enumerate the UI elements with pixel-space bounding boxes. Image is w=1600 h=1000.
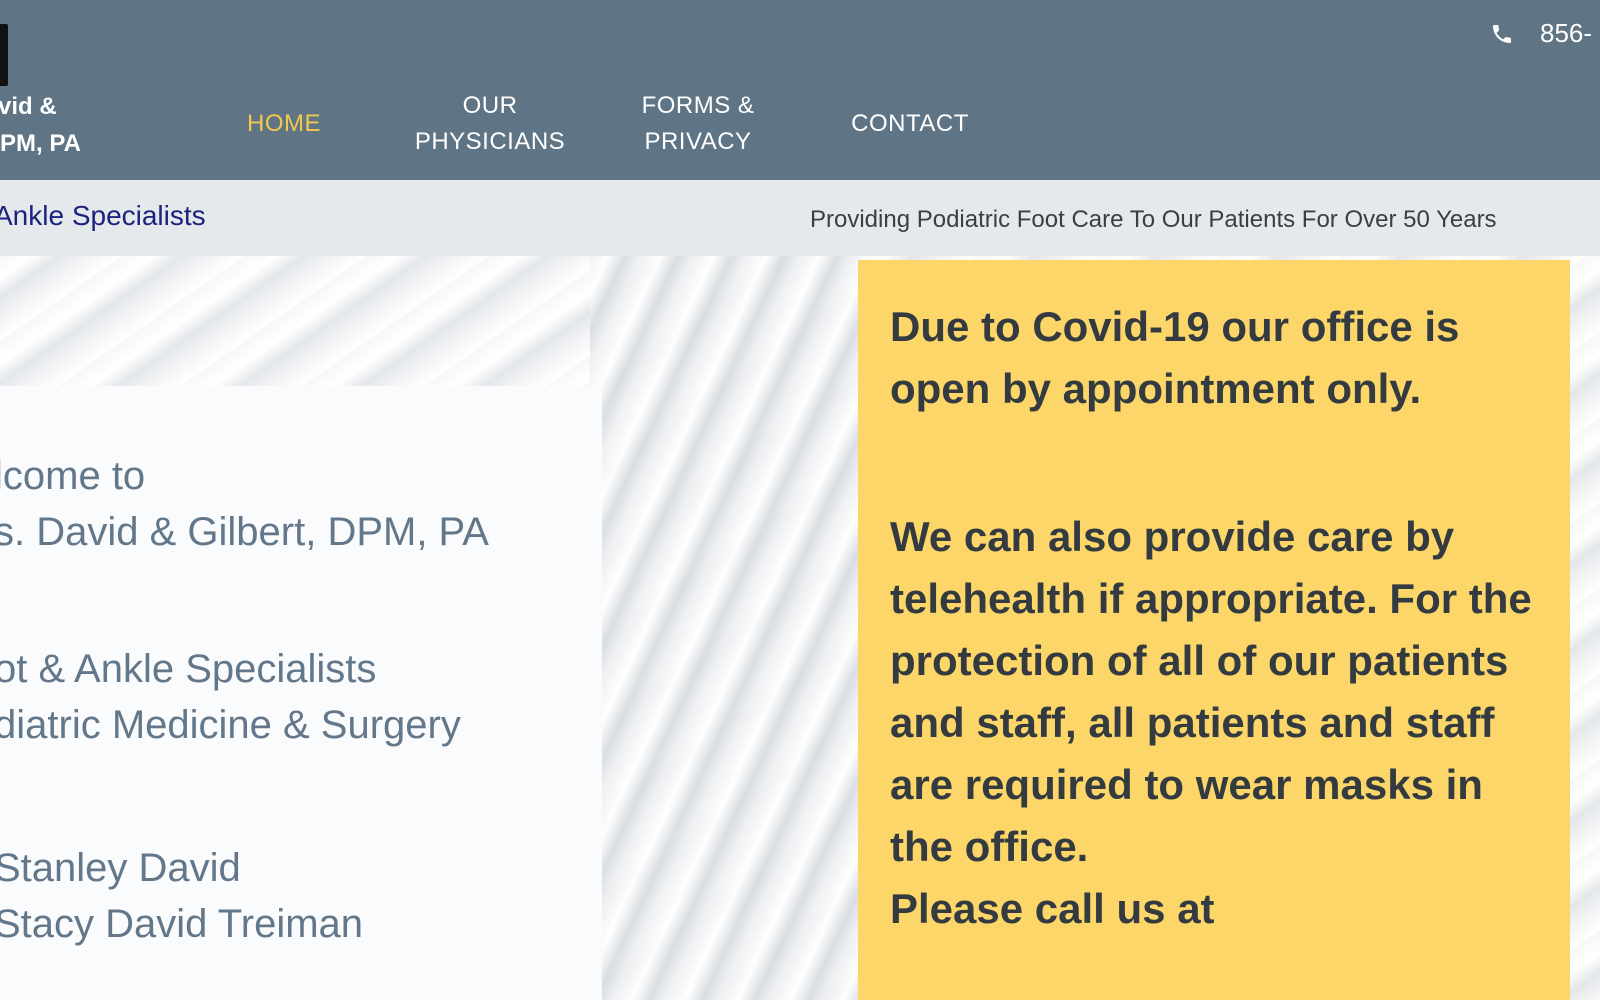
tagline-left: Ankle Specialists [0,200,206,231]
welcome-line-2: s. David & Gilbert, DPM, PA [0,510,489,554]
welcome-line-4: diatric Medicine & Surgery [0,703,461,747]
welcome-line-6: Stacy David Treiman [0,902,364,946]
covid-paragraph-2: We can also provide care by telehealth i… [890,513,1532,870]
nav-forms-privacy[interactable]: FORMS & PRIVACY [628,88,768,160]
brand-line-1: vid & [0,93,57,120]
covid-notice-text: Due to Covid-19 our office is open by ap… [890,296,1550,940]
welcome-doctors: Stanley David Stacy David Treiman [0,840,363,952]
welcome-line-3: ot & Ankle Specialists [0,647,377,691]
nav-home[interactable]: HOME [232,106,336,142]
welcome-line-5: Stanley David [0,846,241,890]
welcome-specialty: ot & Ankle Specialists diatric Medicine … [0,641,461,753]
tagline-right: Providing Podiatric Foot Care To Our Pat… [810,206,1497,233]
phone-icon [1493,25,1511,43]
welcome-heading: lcome to s. David & Gilbert, DPM, PA [0,448,489,560]
nav-our-physicians[interactable]: OUR PHYSICIANS [404,88,576,160]
nav-contact[interactable]: CONTACT [840,106,980,142]
brand-line-2: PM, PA [0,130,81,157]
logo[interactable] [0,24,8,86]
covid-paragraph-1: Due to Covid-19 our office is open by ap… [890,303,1460,412]
phone-number[interactable]: 856- [1540,18,1592,49]
brand-name[interactable]: vid & PM, PA [0,88,110,162]
site-header [0,0,1600,180]
covid-paragraph-3: Please call us at [890,885,1215,932]
hero-wave-pattern [590,256,860,1000]
welcome-line-1: lcome to [0,454,146,498]
